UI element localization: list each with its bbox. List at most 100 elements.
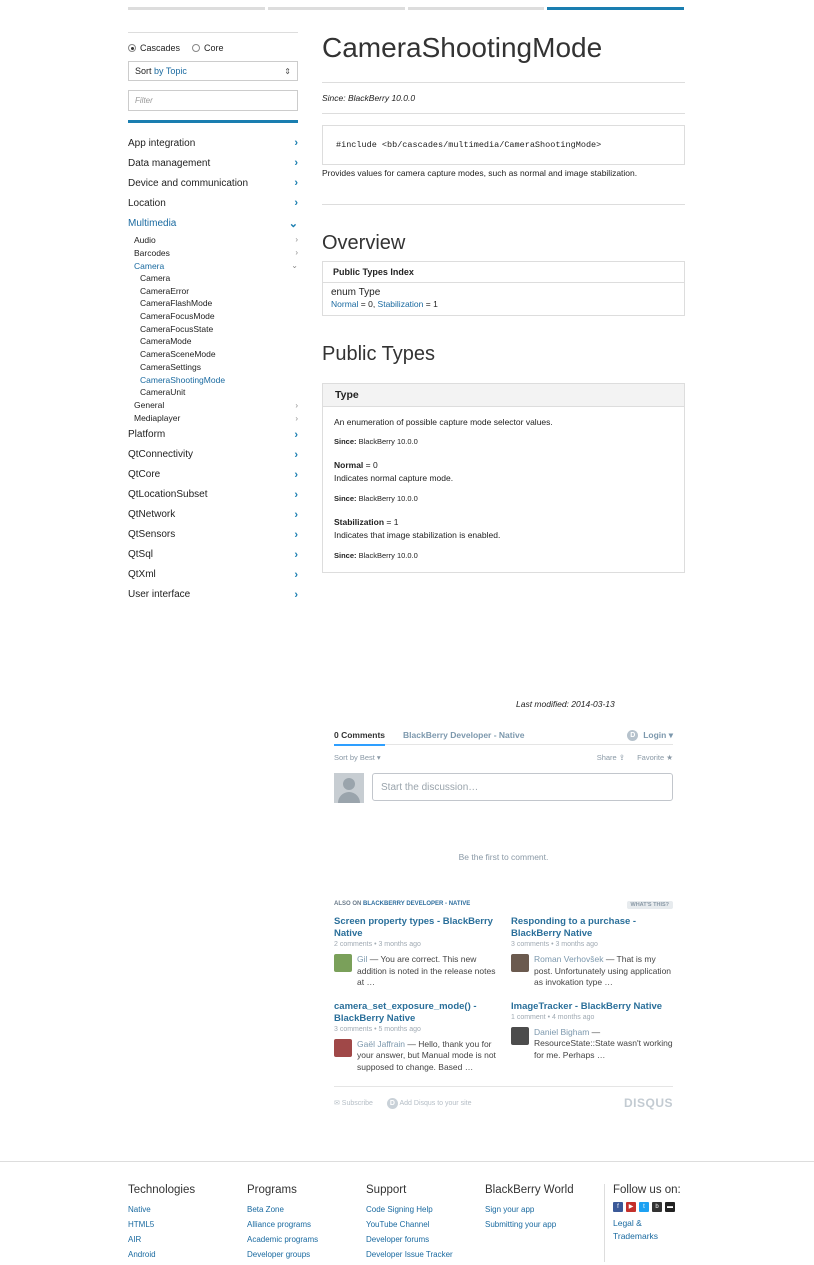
chevron-right-icon: ›	[294, 508, 298, 521]
recommendation-link[interactable]: Responding to a purchase - BlackBerry Na…	[511, 916, 673, 940]
footer-link[interactable]: Developer forums	[366, 1232, 485, 1247]
link-stabilization[interactable]: Stabilization	[378, 299, 424, 309]
chevron-right-icon: ›	[294, 428, 298, 441]
chevron-right-icon: ›	[294, 157, 298, 169]
bbm-icon[interactable]: b	[652, 1202, 662, 1212]
top-tab-3[interactable]	[407, 7, 545, 10]
nav-sub-general[interactable]: General ›	[128, 399, 298, 412]
legal-trademarks-link[interactable]: Legal & Trademarks	[613, 1217, 673, 1243]
nav-leaf-camera-error[interactable]: CameraError	[128, 285, 298, 298]
enum-stabilization-desc: Indicates that image stabilization is en…	[334, 530, 501, 540]
footer-link[interactable]: YouTube Channel	[366, 1217, 485, 1232]
footer-link[interactable]: Developer Issue Tracker	[366, 1247, 485, 1262]
chevron-right-icon: ›	[294, 468, 298, 481]
chevron-right-icon: ›	[295, 248, 298, 257]
chevron-right-icon: ›	[295, 413, 298, 423]
nav-sub-barcodes[interactable]: Barcodes ›	[128, 246, 298, 259]
nav-item-qtcore[interactable]: QtCore ›	[128, 465, 298, 485]
subscribe-link[interactable]: ✉ Subscribe	[334, 1099, 373, 1107]
top-tab-4[interactable]	[547, 7, 684, 10]
divider	[322, 204, 685, 205]
footer-link[interactable]: Academic programs	[247, 1232, 366, 1247]
nav-leaf-camera-focus-mode[interactable]: CameraFocusMode	[128, 310, 298, 323]
twitter-icon[interactable]: t	[639, 1202, 649, 1212]
nav-leaf-camera[interactable]: Camera	[128, 272, 298, 285]
share-button[interactable]: Share ⇪	[597, 753, 625, 762]
footer-link[interactable]: Native	[128, 1202, 247, 1217]
nav-item-multimedia[interactable]: Multimedia ⌄	[128, 213, 298, 233]
disqus-brand[interactable]: DISQUS	[624, 1096, 673, 1110]
nav-leaf-camera-flash-mode[interactable]: CameraFlashMode	[128, 297, 298, 310]
top-tab-1[interactable]	[128, 7, 265, 10]
footer-link[interactable]: HTML5	[128, 1217, 247, 1232]
include-code: #include <bb/cascades/multimedia/CameraS…	[322, 125, 685, 165]
favorite-button[interactable]: Favorite ★	[637, 753, 673, 762]
nav-item-data-management[interactable]: Data management ›	[128, 153, 298, 173]
footer-link[interactable]: Submitting your app	[485, 1217, 604, 1232]
since-note: Since: BlackBerry 10.0.0	[334, 494, 418, 503]
facebook-icon[interactable]: f	[613, 1202, 623, 1212]
footer-link[interactable]: Beta Zone	[247, 1202, 366, 1217]
nav-item-app-integration[interactable]: App integration ›	[128, 133, 298, 153]
login-button[interactable]: D Login ▾	[627, 729, 673, 741]
comments-tab[interactable]: 0 Comments	[334, 726, 386, 746]
avatar	[334, 773, 364, 803]
nav-sub-mediaplayer[interactable]: Mediaplayer ›	[128, 412, 298, 425]
nav-item-qtsensors[interactable]: QtSensors ›	[128, 525, 298, 545]
main-content: CameraShootingMode Since: BlackBerry 10.…	[322, 32, 685, 573]
nav-sub-camera[interactable]: Camera ⌄	[128, 259, 298, 272]
link-normal[interactable]: Normal	[331, 299, 358, 309]
nav-item-qtsql[interactable]: QtSql ›	[128, 545, 298, 565]
footer-link[interactable]: Sign your app	[485, 1202, 604, 1217]
footer-link[interactable]: Android	[128, 1247, 247, 1262]
nav-item-qtconnectivity[interactable]: QtConnectivity ›	[128, 445, 298, 465]
chevron-right-icon: ›	[295, 235, 298, 244]
footer-link[interactable]: Alliance programs	[247, 1217, 366, 1232]
since-note: Since: BlackBerry 10.0.0	[334, 551, 418, 560]
sort-by-best[interactable]: Sort by Best ▾	[334, 753, 381, 762]
radio-selected-icon	[128, 44, 136, 52]
nav-leaf-camera-mode[interactable]: CameraMode	[128, 335, 298, 348]
nav-leaf-camera-settings[interactable]: CameraSettings	[128, 361, 298, 374]
filter-input[interactable]: Filter	[128, 90, 298, 111]
radio-core[interactable]: Core	[192, 43, 224, 53]
nav-item-user-interface[interactable]: User interface ›	[128, 585, 298, 605]
nav-item-qtxml[interactable]: QtXml ›	[128, 565, 298, 585]
nav-item-location[interactable]: Location ›	[128, 193, 298, 213]
nav-item-qtnetwork[interactable]: QtNetwork ›	[128, 505, 298, 525]
disqus-comments: 0 Comments BlackBerry Developer - Native…	[334, 726, 673, 1110]
sort-select[interactable]: Sort by Topic ⇕	[128, 61, 298, 81]
footer-col-support: Support Code Signing Help YouTube Channe…	[366, 1184, 485, 1262]
radio-cascades[interactable]: Cascades	[128, 43, 180, 53]
nav-leaf-camera-scene-mode[interactable]: CameraSceneMode	[128, 348, 298, 361]
comment-input[interactable]: Start the discussion…	[372, 773, 673, 801]
blog-icon[interactable]: ▬	[665, 1202, 675, 1212]
footer-link[interactable]: Developer groups	[247, 1247, 366, 1262]
recommendation-item: Responding to a purchase - BlackBerry Na…	[511, 916, 673, 987]
nav-item-qtlocationsubset[interactable]: QtLocationSubset ›	[128, 485, 298, 505]
nav-leaf-camera-shooting-mode[interactable]: CameraShootingMode	[128, 374, 298, 387]
footer-link[interactable]: AIR	[128, 1232, 247, 1247]
nav-leaf-camera-unit[interactable]: CameraUnit	[128, 386, 298, 399]
chevron-right-icon: ›	[295, 400, 298, 410]
recommendation-link[interactable]: camera_set_exposure_mode() - BlackBerry …	[334, 1001, 496, 1025]
nav-sub-audio[interactable]: Audio ›	[128, 233, 298, 246]
site-footer: Technologies Native HTML5 AIR Android Pr…	[128, 1184, 723, 1262]
top-tab-2[interactable]	[267, 7, 405, 10]
whats-this-button[interactable]: WHAT'S THIS?	[626, 901, 673, 909]
nav-item-device-communication[interactable]: Device and communication ›	[128, 173, 298, 193]
chevron-right-icon: ›	[294, 137, 298, 149]
add-disqus-link[interactable]: D Add Disqus to your site	[386, 1097, 471, 1109]
chevron-right-icon: ›	[294, 548, 298, 561]
footer-link[interactable]: Code Signing Help	[366, 1202, 485, 1217]
chevron-down-icon: ⌄	[291, 261, 298, 270]
recommendation-link[interactable]: ImageTracker - BlackBerry Native	[511, 1001, 673, 1013]
community-tab[interactable]: BlackBerry Developer - Native	[403, 726, 524, 745]
top-progress-tabs	[128, 7, 684, 10]
chevron-right-icon: ›	[294, 177, 298, 189]
nav-leaf-camera-focus-state[interactable]: CameraFocusState	[128, 323, 298, 336]
nav-item-platform[interactable]: Platform ›	[128, 425, 298, 445]
recommendation-link[interactable]: Screen property types - BlackBerry Nativ…	[334, 916, 496, 940]
youtube-icon[interactable]: ▶	[626, 1202, 636, 1212]
footer-col-programs: Programs Beta Zone Alliance programs Aca…	[247, 1184, 366, 1262]
